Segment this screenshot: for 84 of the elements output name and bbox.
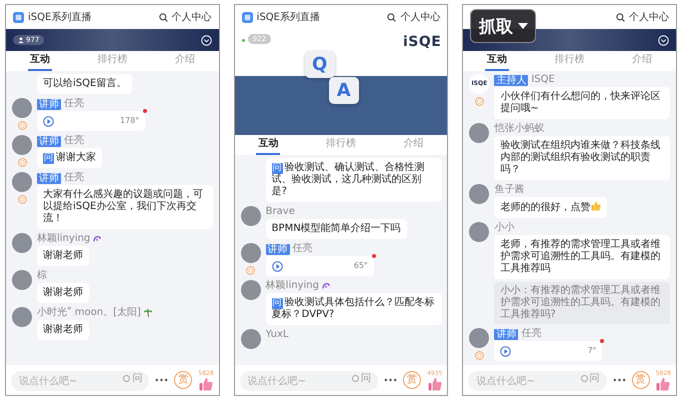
tab[interactable]: 介绍 — [172, 51, 197, 71]
thumbs-up-icon[interactable] — [428, 376, 442, 390]
role-badge: 讲师 — [37, 98, 61, 110]
search-icon[interactable] — [158, 12, 168, 22]
message-text: 可以给iSQE留言。 — [43, 78, 126, 90]
user-name: 棕 — [37, 270, 47, 282]
play-icon[interactable] — [500, 346, 512, 356]
search-icon[interactable] — [387, 12, 396, 22]
voice-message[interactable]: 178" — [37, 111, 145, 131]
message-text: BPMN模型能简单介绍一下吗 — [272, 223, 401, 235]
message-text: 谢谢老师 — [43, 324, 83, 336]
app-logo-icon — [242, 12, 253, 22]
profile-link[interactable]: 个人中心 — [172, 10, 212, 24]
more-icon[interactable] — [155, 378, 168, 382]
user-name: 恺张小蚂蚁 — [494, 123, 544, 135]
voice-message[interactable]: 7" — [494, 341, 602, 361]
user-name: 林颖linying — [266, 280, 319, 292]
voice-duration: 7" — [588, 345, 596, 357]
message-text: 老师的的很好，点赞 — [500, 201, 602, 214]
profile-link[interactable]: 个人中心 — [629, 10, 670, 24]
quoted-reply: 小小：有推荐的需求管理工具或者维护需求可追溯性的工具吗。有建模的工具推荐吗? — [494, 282, 670, 324]
speech-bubble: A — [328, 77, 359, 104]
message-text: 问 谢谢大家 — [43, 152, 96, 164]
tab[interactable]: 排行榜 — [95, 51, 130, 71]
tab[interactable]: 排行榜 — [552, 51, 587, 71]
user-name: 任亮 — [64, 98, 84, 110]
user-name: 任亮 — [64, 135, 84, 147]
reward-button[interactable]: 赏 — [403, 371, 422, 389]
user-name: 任亮 — [64, 172, 84, 184]
role-badge: 讲师 — [37, 136, 61, 146]
user-name: 林颖linying — [37, 233, 90, 245]
user-name: 小时光ʺ moon。[太阳] — [37, 307, 141, 319]
play-icon[interactable] — [272, 260, 283, 272]
message-text: 谢谢老师 — [43, 287, 83, 299]
thumbs-up-icon[interactable] — [199, 376, 214, 390]
message-text: 小伙伴们有什么想问的，快来评论区提问哦~ — [500, 91, 662, 115]
question-toggle[interactable]: 问 — [123, 372, 142, 386]
voice-duration: 178" — [120, 115, 139, 127]
tab[interactable]: 介绍 — [630, 51, 654, 71]
palm-tree-icon — [144, 309, 152, 317]
question-toggle[interactable]: 问 — [580, 372, 600, 386]
collapse-icon[interactable] — [658, 34, 670, 46]
user-name: 鱼子酱 — [494, 184, 524, 196]
collapse-icon[interactable] — [200, 34, 212, 46]
search-icon[interactable] — [616, 12, 626, 22]
tab[interactable]: 介绍 — [402, 135, 426, 155]
message-text: 验收测试在组织内谁来做？科技条线内部的测试组织有验收测试的职责吗？ — [500, 140, 662, 176]
thumbs-up-icon[interactable] — [656, 376, 670, 390]
more-icon[interactable] — [384, 378, 398, 382]
message-text: 问 验收测试、确认测试、合格性测试、验收测试，这几种测试的区别是? — [272, 162, 426, 198]
reward-button[interactable]: 赏 — [174, 371, 192, 389]
user-name: 任亮 — [521, 328, 542, 340]
message-text: 大家有什么感兴趣的议题或问题，可以提给iSQE办公室，我们下次再交流！ — [43, 189, 204, 225]
role-badge: 主持人 — [494, 74, 528, 86]
message-text: 老师，有推荐的需求管理工具或者维护需求可追溯性的工具吗。有建模的工具推荐吗 — [500, 239, 662, 275]
voice-duration: 65" — [354, 260, 368, 272]
role-badge: 讲师 — [494, 328, 518, 340]
app-title: iSQE系列直播 — [28, 10, 92, 24]
tab[interactable]: 排行榜 — [324, 135, 358, 155]
brand-logo: iSQE — [402, 34, 442, 50]
role-badge: 讲师 — [37, 172, 61, 184]
message-text: 问 验收测试具体包括什么？匹配冬标夏标？DVPV? — [272, 297, 436, 321]
user-name: Brave — [266, 206, 295, 218]
profile-link[interactable]: 个人中心 — [400, 10, 440, 24]
user-name: YuxL — [266, 329, 288, 341]
capture-dropdown[interactable]: 抓取 — [470, 9, 536, 43]
question-toggle[interactable]: 问 — [352, 372, 372, 386]
thumbs-up-icon — [591, 201, 602, 211]
speech-bubble: Q — [304, 51, 335, 78]
swirl-emoji-icon — [93, 235, 102, 243]
reward-button[interactable]: 赏 — [632, 371, 650, 389]
message-text: 谢谢老师 — [43, 250, 83, 262]
play-icon[interactable] — [43, 116, 54, 126]
more-icon[interactable] — [612, 378, 626, 382]
swirl-emoji-icon — [322, 282, 330, 290]
app-logo-icon — [13, 12, 24, 22]
user-name: 任亮 — [292, 243, 313, 255]
app-title: iSQE系列直播 — [256, 10, 320, 24]
role-badge: 讲师 — [266, 244, 290, 254]
person-icon — [18, 37, 24, 43]
user-name: 小小 — [494, 222, 514, 234]
live-dot-icon — [242, 39, 245, 42]
user-name: ISQE — [531, 74, 555, 86]
voice-message[interactable]: 65" — [266, 256, 374, 276]
